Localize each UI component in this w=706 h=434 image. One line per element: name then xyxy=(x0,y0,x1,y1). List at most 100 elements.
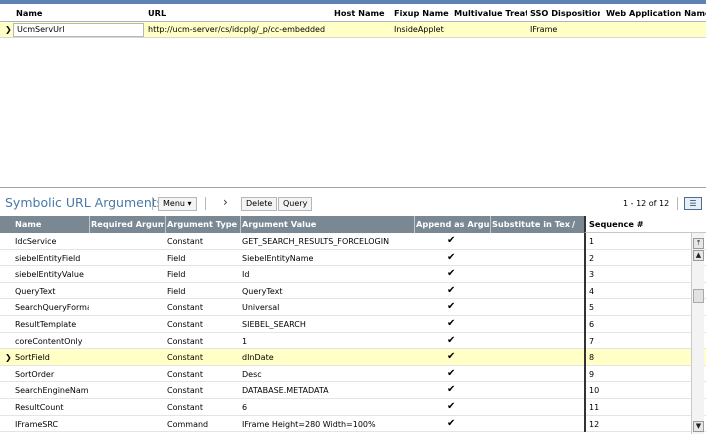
append-as-argument-check-icon[interactable]: ✔ xyxy=(447,252,455,263)
sequence-cell[interactable]: 12 xyxy=(584,415,706,433)
append-as-argument-check-icon[interactable]: ✔ xyxy=(447,384,455,395)
sequence-cell[interactable]: 2 xyxy=(584,249,706,267)
column-header-name[interactable]: Name xyxy=(15,219,85,229)
argument-value-cell[interactable]: IFrame Height=280 Width=100% xyxy=(242,420,412,429)
column-header-sequence[interactable]: Sequence # xyxy=(589,219,644,229)
argument-value-cell[interactable]: SIEBEL_SEARCH xyxy=(242,320,412,329)
sequence-cell[interactable]: 7 xyxy=(584,332,706,350)
table-row[interactable]: ResultCount Constant 6 ✔ 11 xyxy=(0,399,706,416)
sequence-cell[interactable]: 5 xyxy=(584,299,706,316)
column-header-multivalue-treatment[interactable]: Multivalue Treatm xyxy=(454,8,527,18)
column-header-sso-disposition[interactable]: SSO Disposition xyxy=(530,8,600,18)
argument-value-cell[interactable]: DATABASE.METADATA xyxy=(242,386,412,395)
append-as-argument-check-icon[interactable]: ✔ xyxy=(447,285,455,296)
table-row[interactable]: IdcService Constant GET_SEARCH_RESULTS_FOR… xyxy=(0,233,706,250)
url-cell[interactable]: http://ucm-server/cs/idcplg/_p/cc-embedd… xyxy=(148,25,328,34)
vertical-scrollbar[interactable]: ⤒ ▲ ▼ xyxy=(691,233,704,434)
sequence-cell[interactable]: 3 xyxy=(584,266,706,283)
argument-type-cell[interactable]: Constant xyxy=(167,320,239,329)
scroll-up-icon[interactable]: ▲ xyxy=(693,250,704,261)
table-row[interactable]: siebelEntityField Field SiebelEntityName ✔ 2 xyxy=(0,249,706,267)
column-header-argument-value[interactable]: Argument Value xyxy=(242,219,412,229)
argument-type-cell[interactable]: Constant xyxy=(167,386,239,395)
sso-disposition-cell[interactable]: IFrame xyxy=(530,25,600,34)
column-header-url[interactable]: URL xyxy=(148,8,308,18)
sequence-cell[interactable]: 6 xyxy=(584,316,706,333)
column-header-required-argument[interactable]: Required Argume xyxy=(91,219,164,229)
name-cell[interactable]: IdcService xyxy=(15,237,89,246)
argument-type-cell[interactable]: Field xyxy=(167,270,239,279)
argument-type-cell[interactable]: Constant xyxy=(167,353,239,362)
argument-value-cell[interactable]: Desc xyxy=(242,370,412,379)
scrollbar-thumb[interactable] xyxy=(693,289,704,303)
sequence-cell[interactable]: 10 xyxy=(584,382,706,399)
column-header-fixup-name[interactable]: Fixup Name xyxy=(394,8,449,18)
argument-value-cell[interactable]: QueryText xyxy=(242,287,412,296)
table-row[interactable]: QueryText Field QueryText ✔ 4 xyxy=(0,282,706,300)
name-cell[interactable]: coreContentOnly xyxy=(15,337,89,346)
append-as-argument-check-icon[interactable]: ✔ xyxy=(447,401,455,412)
name-cell[interactable]: ResultTemplate xyxy=(15,320,89,329)
column-header-argument-type[interactable]: Argument Type xyxy=(167,219,239,229)
column-header-substitute-in-text[interactable]: Substitute in Text xyxy=(492,219,570,229)
table-row[interactable]: SortOrder Constant Desc ✔ 9 xyxy=(0,365,706,383)
append-as-argument-check-icon[interactable]: ✔ xyxy=(447,368,455,379)
append-as-argument-check-icon[interactable]: ✔ xyxy=(447,235,455,246)
delete-button[interactable]: Delete xyxy=(241,197,278,211)
applet-menu-icon[interactable]: ☰ xyxy=(684,197,702,210)
table-row[interactable]: coreContentOnly Constant 1 ✔ 7 xyxy=(0,332,706,350)
argument-value-cell[interactable]: Universal xyxy=(242,303,412,312)
append-as-argument-check-icon[interactable]: ✔ xyxy=(447,335,455,346)
table-row[interactable]: SearchEngineName Constant DATABASE.METADAT… xyxy=(0,382,706,399)
sequence-cell[interactable]: 1 xyxy=(584,233,706,250)
sequence-cell[interactable]: 8 xyxy=(584,349,706,366)
append-as-argument-check-icon[interactable]: ✔ xyxy=(447,351,455,362)
argument-value-cell[interactable]: 6 xyxy=(242,403,412,412)
argument-type-cell[interactable]: Command xyxy=(167,420,239,429)
append-as-argument-check-icon[interactable]: ✔ xyxy=(447,301,455,312)
name-cell[interactable]: ResultCount xyxy=(15,403,89,412)
name-cell[interactable]: SortField xyxy=(15,353,89,362)
argument-type-cell[interactable]: Constant xyxy=(167,370,239,379)
column-header-name[interactable]: Name xyxy=(16,8,136,18)
argument-type-cell[interactable]: Constant xyxy=(167,303,239,312)
column-header-host-name[interactable]: Host Name xyxy=(334,8,389,18)
column-header-web-application-name[interactable]: Web Application Name xyxy=(606,8,706,18)
argument-value-cell[interactable]: 1 xyxy=(242,337,412,346)
argument-value-cell[interactable]: dInDate xyxy=(242,353,412,362)
query-button[interactable]: Query xyxy=(278,197,313,211)
name-cell[interactable]: siebelEntityField xyxy=(15,254,89,263)
table-row[interactable]: IFrameSRC Command IFrame Height=280 Width=… xyxy=(0,415,706,433)
argument-value-cell[interactable]: SiebelEntityName xyxy=(242,254,412,263)
name-cell[interactable]: SortOrder xyxy=(15,370,89,379)
column-header-append-as-argument[interactable]: Append as Argun xyxy=(416,219,489,229)
argument-value-cell[interactable]: GET_SEARCH_RESULTS_FORCELOGIN xyxy=(242,237,412,246)
argument-value-cell[interactable]: Id xyxy=(242,270,412,279)
table-row[interactable]: ❯ SortField Constant dInDate ✔ 8 xyxy=(0,349,706,366)
append-as-argument-check-icon[interactable]: ✔ xyxy=(447,418,455,429)
menu-button[interactable]: Menu ▾ xyxy=(158,197,197,211)
argument-type-cell[interactable]: Constant xyxy=(167,403,239,412)
append-as-argument-check-icon[interactable]: ✔ xyxy=(447,318,455,329)
table-row[interactable]: siebelEntityValue Field Id ✔ 3 xyxy=(0,266,706,283)
table-row[interactable]: SearchQueryFormat Constant Universal ✔ 5 xyxy=(0,299,706,316)
argument-type-cell[interactable]: Field xyxy=(167,287,239,296)
append-as-argument-check-icon[interactable]: ✔ xyxy=(447,268,455,279)
sequence-cell[interactable]: 4 xyxy=(584,282,706,300)
scroll-down-icon[interactable]: ▼ xyxy=(693,421,704,432)
name-field-input[interactable]: UcmServUrl xyxy=(13,23,144,37)
argument-type-cell[interactable]: Field xyxy=(167,254,239,263)
argument-type-cell[interactable]: Constant xyxy=(167,237,239,246)
selected-record-row[interactable]: ❯ UcmServUrl http://ucm-server/cs/idcplg… xyxy=(0,22,706,38)
table-row[interactable]: ResultTemplate Constant SIEBEL_SEARCH ✔ 6 xyxy=(0,316,706,333)
sequence-cell[interactable]: 11 xyxy=(584,399,706,416)
name-cell[interactable]: SearchQueryFormat xyxy=(15,303,89,312)
argument-type-cell[interactable]: Constant xyxy=(167,337,239,346)
next-record-icon[interactable]: › xyxy=(223,195,228,209)
name-cell[interactable]: IFrameSRC xyxy=(15,420,89,429)
fixup-name-cell[interactable]: InsideApplet xyxy=(394,25,449,34)
scroll-to-top-icon[interactable]: ⤒ xyxy=(693,238,704,249)
sequence-cell[interactable]: 9 xyxy=(584,365,706,383)
name-cell[interactable]: SearchEngineName xyxy=(15,386,89,395)
name-cell[interactable]: siebelEntityValue xyxy=(15,270,89,279)
